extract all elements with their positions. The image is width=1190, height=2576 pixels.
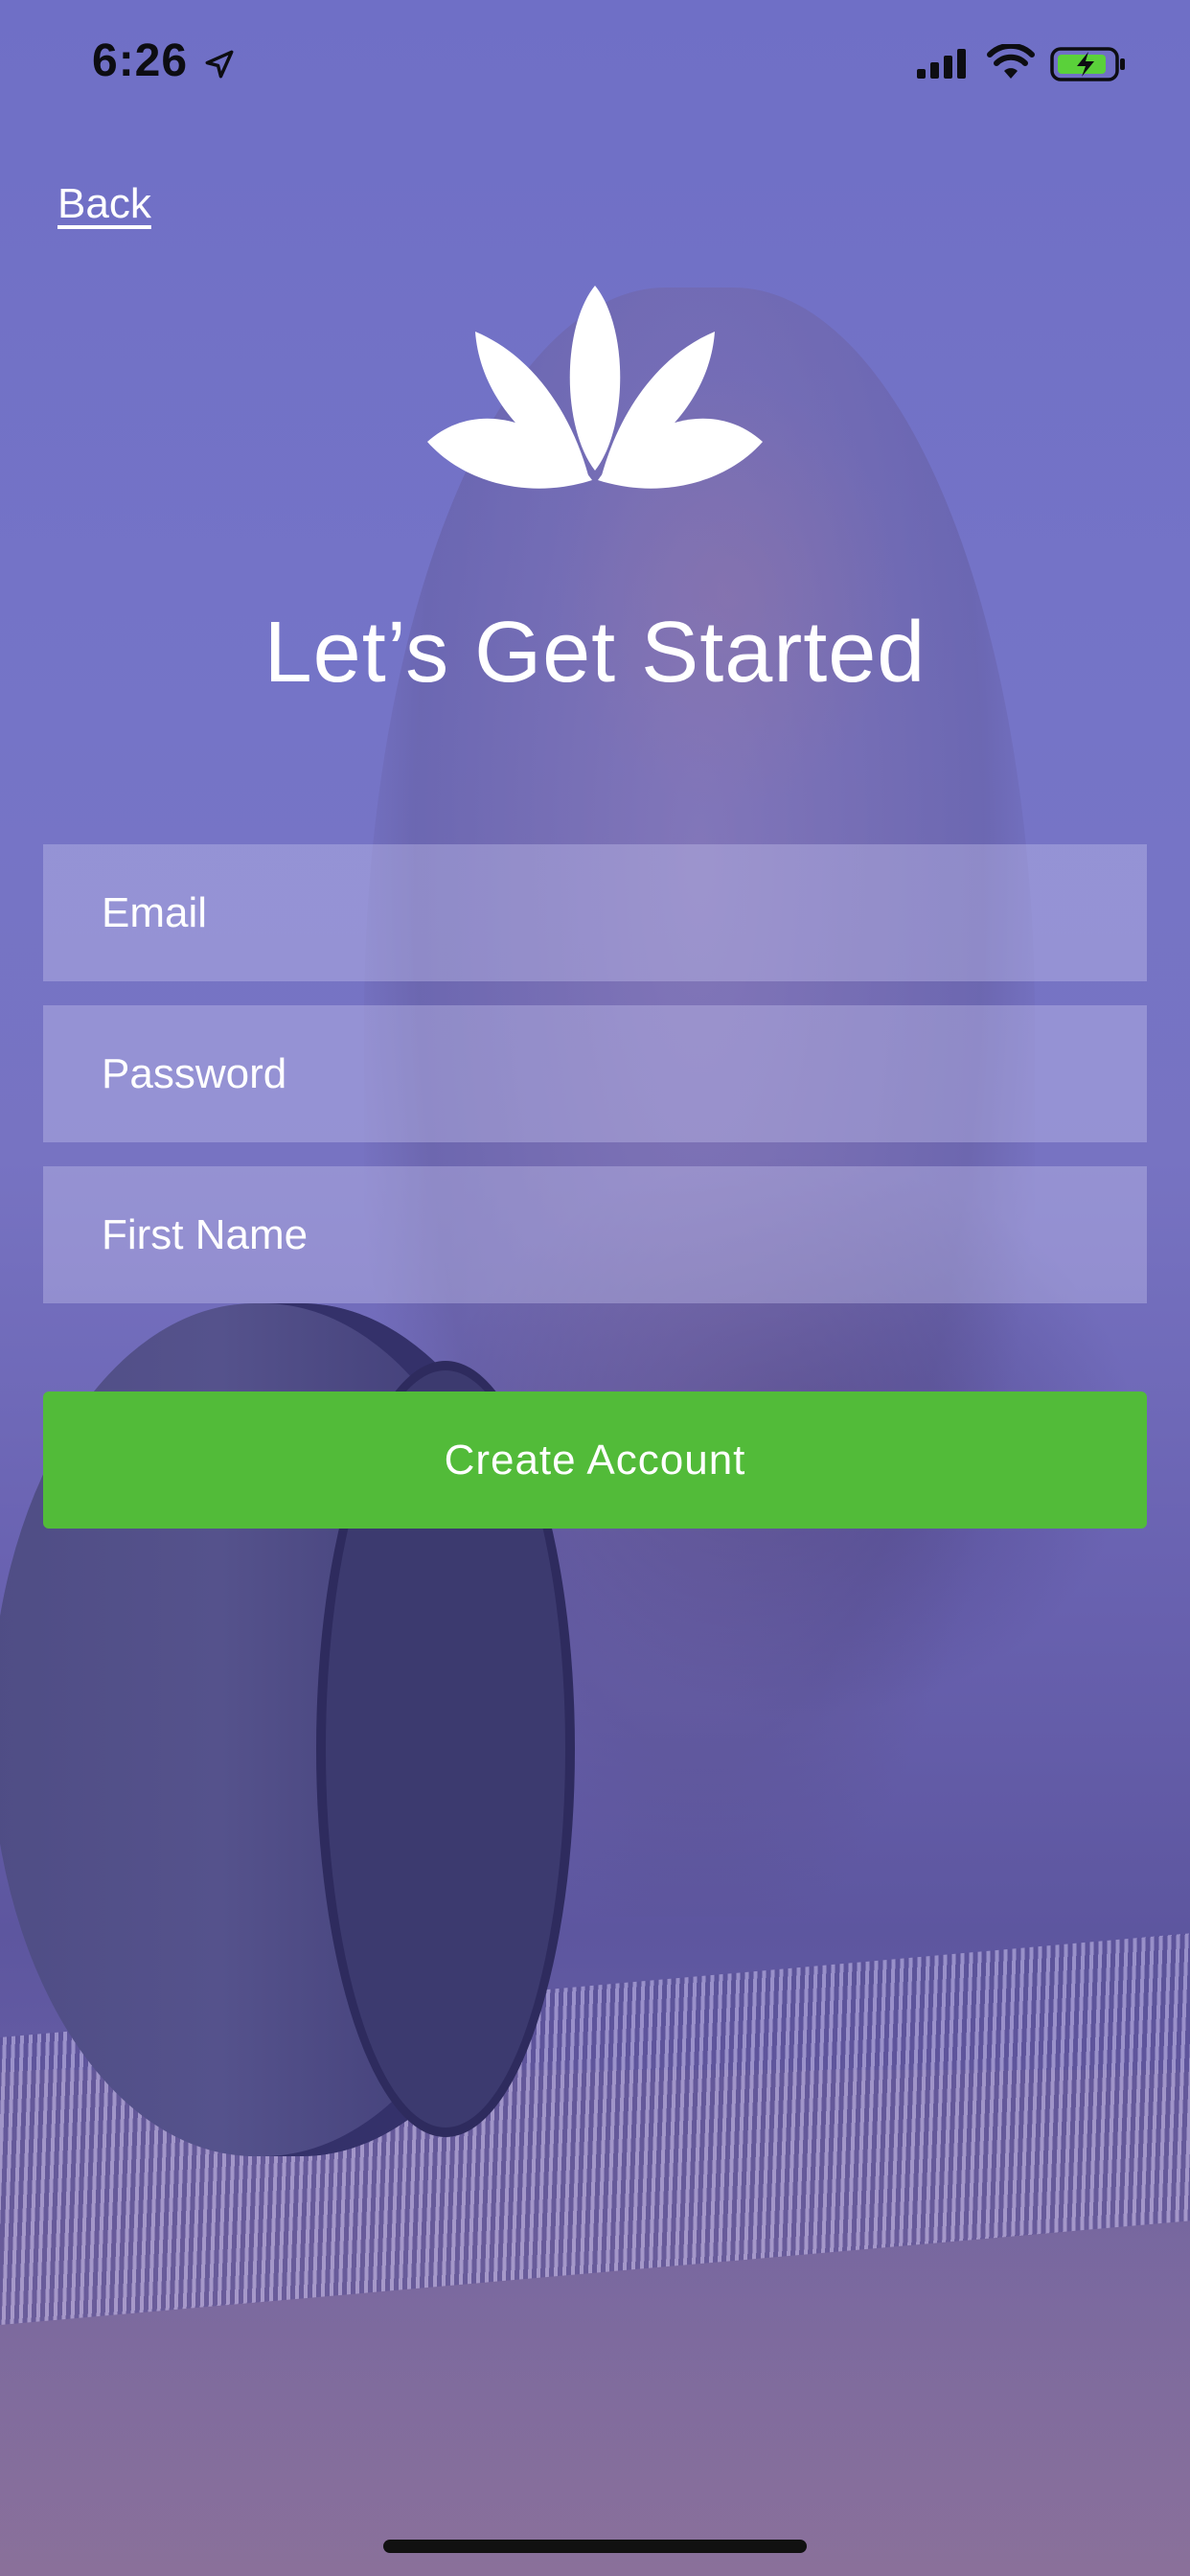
- first-name-field[interactable]: [43, 1166, 1147, 1303]
- lotus-icon: [427, 286, 763, 489]
- signup-screen: 6:26 Back Let’s Get Started Email First …: [0, 0, 1190, 2576]
- cellular-signal-icon: [917, 49, 966, 79]
- page-title: Let’s Get Started: [263, 605, 927, 702]
- wifi-icon: [987, 44, 1035, 79]
- location-arrow-icon: [205, 50, 234, 79]
- back-link[interactable]: Back: [57, 180, 151, 228]
- password-field[interactable]: [43, 1005, 1147, 1142]
- email-field[interactable]: [43, 844, 1147, 981]
- status-time: 6:26: [92, 35, 189, 86]
- status-bar: 6:26: [0, 0, 1190, 129]
- home-indicator[interactable]: [383, 2540, 807, 2553]
- create-account-button[interactable]: Create Account: [43, 1392, 1147, 1529]
- battery-charging-icon: [1050, 47, 1125, 81]
